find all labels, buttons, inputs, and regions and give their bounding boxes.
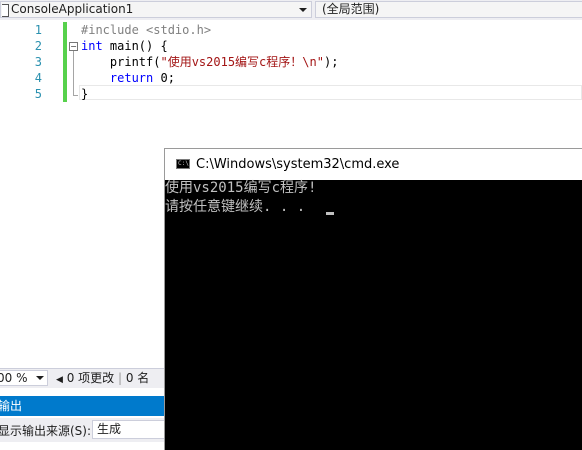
code-line-4: return 0; [81, 70, 175, 86]
terminal-icon: C:\ [176, 159, 190, 169]
console-output[interactable]: 使用vs2015编写c程序! 请按任意键继续. . . [165, 180, 582, 450]
console-line: 使用vs2015编写c程序! [165, 180, 317, 196]
outline-guide [73, 51, 74, 95]
changes-text: 0 项更改 [62, 371, 115, 385]
line-number: 5 [34, 87, 42, 101]
line-number: 1 [34, 23, 42, 37]
authors-text: 0 名 [125, 371, 150, 385]
zoom-level: 00 % [0, 371, 28, 385]
code-text: } [81, 87, 89, 101]
outline-guide-end [73, 95, 78, 96]
keyword-text: int [81, 39, 103, 53]
current-line-highlight [79, 85, 582, 100]
code-text: 0; [153, 71, 175, 85]
code-line-5: } [81, 86, 88, 102]
output-toolbar: 显示输出来源(S): 生成 [0, 418, 165, 442]
triangle-left-icon: ◀ [56, 375, 63, 385]
code-text: printf( [81, 55, 161, 69]
cmd-window[interactable]: C:\ C:\Windows\system32\cmd.exe 使用vs2015… [164, 148, 582, 450]
output-panel-header[interactable]: 输出 [0, 396, 165, 416]
line-number: 3 [34, 55, 42, 69]
zoom-dropdown[interactable]: 00 % [0, 370, 48, 386]
output-source-value: 生成 [97, 422, 122, 436]
cmd-title-bar[interactable]: C:\ C:\Windows\system32\cmd.exe [165, 149, 582, 180]
scope-dropdown[interactable]: (全局范围) [315, 1, 582, 18]
terminal-icon-text: C:\ [178, 160, 189, 167]
code-text: main() { [102, 39, 168, 53]
line-number: 4 [34, 71, 42, 85]
chevron-down-icon [299, 8, 307, 12]
output-panel-title: 输出 [0, 399, 23, 413]
code-line-1: #include <stdio.h> [81, 22, 211, 38]
collapse-symbol: − [70, 42, 77, 51]
line-number: 2 [34, 39, 42, 53]
keyword-text: return [81, 71, 154, 85]
scope-dropdown-label: (全局范围) [322, 2, 380, 16]
code-line-2: int main() { [81, 38, 168, 54]
output-source-label: 显示输出来源(S): [0, 424, 92, 438]
project-dropdown[interactable]: ConsoleApplication1 [0, 1, 312, 18]
code-line-3: printf("使用vs2015编写c程序！\n"); [81, 54, 339, 70]
change-indicator-bar [63, 22, 67, 102]
console-cursor [326, 212, 334, 215]
cmd-window-title: C:\Windows\system32\cmd.exe [196, 157, 400, 172]
project-dropdown-label: ConsoleApplication1 [11, 2, 134, 16]
project-icon [2, 4, 9, 17]
preprocessor-text: #include <stdio.h> [81, 23, 212, 37]
output-source-select[interactable]: 生成 [92, 420, 165, 439]
chevron-down-icon [36, 376, 44, 380]
editor-status-bar: 00 % ◀ 0 项更改 | 0 名 [0, 368, 165, 388]
collapse-icon[interactable]: − [69, 42, 78, 51]
string-literal: "使用vs2015编写c程序！\n" [160, 55, 324, 69]
separator: | [114, 371, 126, 385]
navigation-bar: ConsoleApplication1 (全局范围) [0, 0, 582, 21]
code-text: ); [323, 55, 339, 69]
console-line: 请按任意键继续. . . [165, 199, 306, 215]
changes-indicator[interactable]: ◀ 0 项更改 | 0 名 [56, 370, 149, 388]
